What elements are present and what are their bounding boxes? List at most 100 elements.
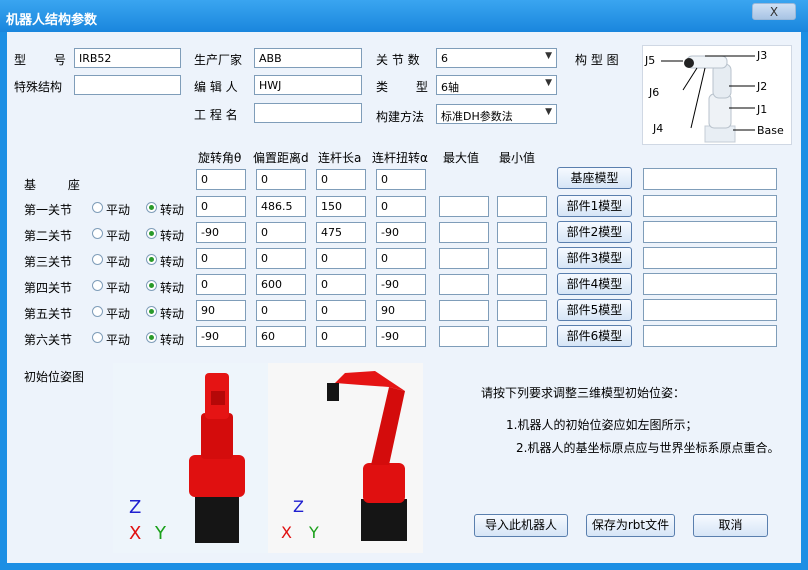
- min-field[interactable]: [497, 248, 547, 269]
- link-length-field[interactable]: 0: [316, 300, 366, 321]
- max-field[interactable]: [439, 326, 489, 347]
- link-length-field[interactable]: 0: [316, 274, 366, 295]
- link-length-field[interactable]: 0: [316, 326, 366, 347]
- rotation-field[interactable]: 0: [196, 248, 246, 269]
- min-field[interactable]: [497, 196, 547, 217]
- min-field[interactable]: [497, 326, 547, 347]
- max-field[interactable]: [439, 222, 489, 243]
- part-model-button[interactable]: 部件5模型: [557, 299, 632, 321]
- max-field[interactable]: [439, 300, 489, 321]
- project-field[interactable]: [254, 103, 362, 123]
- link-length-field[interactable]: 475: [316, 222, 366, 243]
- rotation-field[interactable]: 0: [196, 274, 246, 295]
- cancel-button[interactable]: 取消: [693, 514, 768, 537]
- rotate-label: 转动: [160, 281, 185, 295]
- base-model-path-field[interactable]: [643, 168, 777, 190]
- rotate-radio[interactable]: [146, 254, 157, 265]
- joints-value: 6: [441, 52, 448, 65]
- axis-z-label: Z: [129, 497, 142, 518]
- type-label: 类 型: [376, 80, 440, 94]
- special-structure-field[interactable]: [74, 75, 181, 95]
- editor-field[interactable]: HWJ: [254, 75, 362, 95]
- part-model-button[interactable]: 部件6模型: [557, 325, 632, 347]
- offset-field[interactable]: 600: [256, 274, 306, 295]
- rotate-radio[interactable]: [146, 306, 157, 317]
- base-link-length-field[interactable]: 0: [316, 169, 366, 190]
- type-value: 6轴: [441, 81, 459, 94]
- joint-label: 第二关节: [24, 229, 73, 243]
- part-model-button[interactable]: 部件4模型: [557, 273, 632, 295]
- window-title: 机器人结构参数: [6, 13, 98, 28]
- rotation-field[interactable]: 0: [196, 196, 246, 217]
- translate-radio[interactable]: [92, 306, 103, 317]
- axis-x-label: X: [281, 523, 292, 542]
- link-length-field[interactable]: 0: [316, 248, 366, 269]
- initial-pose-label: 初始位姿图: [24, 370, 85, 384]
- manufacturer-label: 生产厂家: [194, 53, 243, 67]
- rotate-radio[interactable]: [146, 280, 157, 291]
- save-rbt-button[interactable]: 保存为rbt文件: [586, 514, 675, 537]
- part-model-path-field[interactable]: [643, 221, 777, 243]
- max-field[interactable]: [439, 274, 489, 295]
- base-offset-field[interactable]: 0: [256, 169, 306, 190]
- import-robot-button[interactable]: 导入此机器人: [474, 514, 568, 537]
- part-model-path-field[interactable]: [643, 195, 777, 217]
- special-structure-label: 特殊结构: [14, 80, 63, 94]
- offset-field[interactable]: 0: [256, 222, 306, 243]
- offset-field[interactable]: 0: [256, 300, 306, 321]
- part-model-path-field[interactable]: [643, 325, 777, 347]
- translate-radio[interactable]: [92, 228, 103, 239]
- translate-radio[interactable]: [92, 254, 103, 265]
- editor-label: 编 辑 人: [194, 80, 238, 94]
- rotation-field[interactable]: 90: [196, 300, 246, 321]
- translate-radio[interactable]: [92, 280, 103, 291]
- max-field[interactable]: [439, 248, 489, 269]
- joints-select[interactable]: 6 ▼: [436, 48, 557, 68]
- initial-pose-image: Z X Y Z X Y: [113, 363, 423, 553]
- part-model-path-field[interactable]: [643, 299, 777, 321]
- offset-field[interactable]: 486.5: [256, 196, 306, 217]
- base-row-label: 基 座: [24, 178, 94, 192]
- link-twist-field[interactable]: -90: [376, 222, 426, 243]
- offset-field[interactable]: 60: [256, 326, 306, 347]
- link-length-field[interactable]: 150: [316, 196, 366, 217]
- axis-y-label: Y: [155, 523, 166, 544]
- header-link-twist: 连杆扭转α: [372, 151, 428, 165]
- base-link-twist-field[interactable]: 0: [376, 169, 426, 190]
- base-rotation-field[interactable]: 0: [196, 169, 246, 190]
- link-twist-field[interactable]: -90: [376, 326, 426, 347]
- translate-radio[interactable]: [92, 332, 103, 343]
- base-model-button[interactable]: 基座模型: [557, 167, 632, 189]
- link-twist-field[interactable]: 90: [376, 300, 426, 321]
- manufacturer-field[interactable]: ABB: [254, 48, 362, 68]
- link-twist-field[interactable]: -90: [376, 274, 426, 295]
- translate-radio[interactable]: [92, 202, 103, 213]
- j4-label: J4: [653, 122, 664, 135]
- close-button[interactable]: X: [752, 3, 796, 20]
- configuration-diagram: J3 J5 J2 J6 J1 J4 Base: [642, 45, 792, 145]
- rotation-field[interactable]: -90: [196, 222, 246, 243]
- offset-field[interactable]: 0: [256, 248, 306, 269]
- part-model-button[interactable]: 部件1模型: [557, 195, 632, 217]
- link-twist-field[interactable]: 0: [376, 248, 426, 269]
- rotate-radio[interactable]: [146, 332, 157, 343]
- method-select[interactable]: 标准DH参数法 ▼: [436, 104, 557, 124]
- min-field[interactable]: [497, 222, 547, 243]
- instruction-1: 1.机器人的初始位姿应如左图所示；: [506, 418, 698, 432]
- rotate-radio[interactable]: [146, 202, 157, 213]
- translate-label: 平动: [106, 229, 131, 243]
- part-model-path-field[interactable]: [643, 247, 777, 269]
- model-field[interactable]: IRB52: [74, 48, 181, 68]
- part-model-button[interactable]: 部件2模型: [557, 221, 632, 243]
- base-label: Base: [757, 124, 784, 137]
- rotate-label: 转动: [160, 333, 185, 347]
- rotation-field[interactable]: -90: [196, 326, 246, 347]
- max-field[interactable]: [439, 196, 489, 217]
- part-model-path-field[interactable]: [643, 273, 777, 295]
- link-twist-field[interactable]: 0: [376, 196, 426, 217]
- rotate-radio[interactable]: [146, 228, 157, 239]
- type-select[interactable]: 6轴 ▼: [436, 75, 557, 95]
- min-field[interactable]: [497, 274, 547, 295]
- part-model-button[interactable]: 部件3模型: [557, 247, 632, 269]
- min-field[interactable]: [497, 300, 547, 321]
